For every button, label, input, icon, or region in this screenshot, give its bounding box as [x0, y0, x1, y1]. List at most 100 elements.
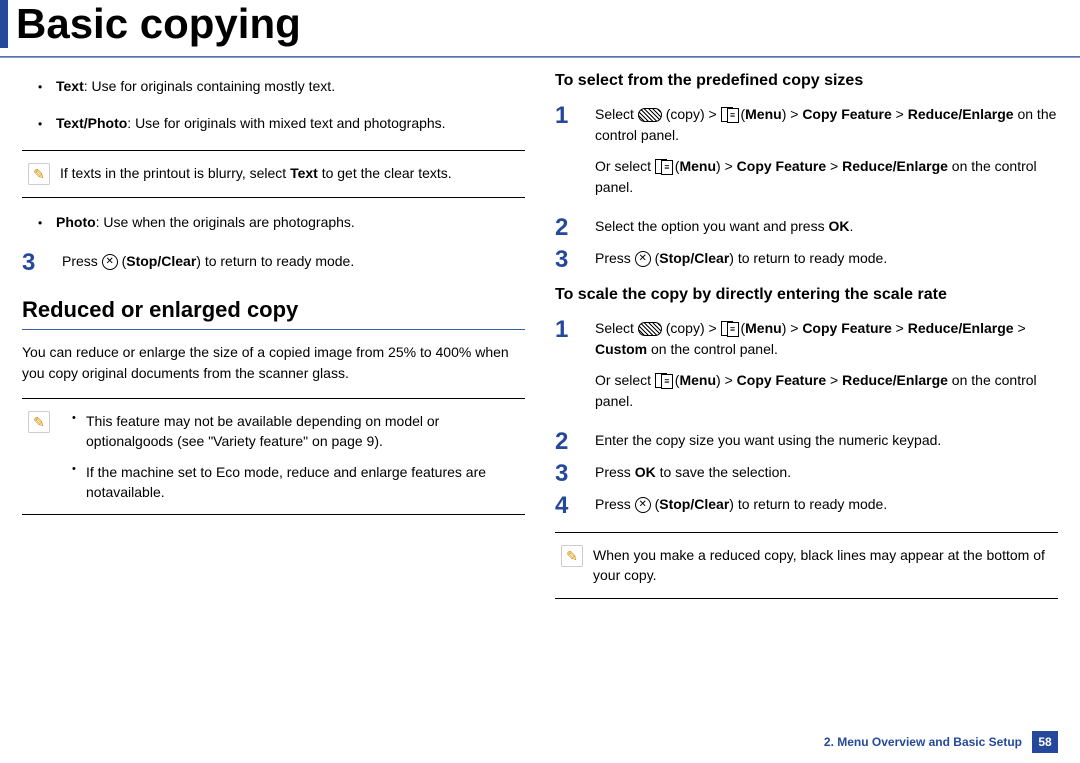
bullet-photo: Photo: Use when the originals are photog… [56, 212, 525, 233]
chapter-name: 2. Menu Overview and Basic Setup [824, 735, 1022, 749]
b: Stop/Clear [659, 496, 729, 512]
step-number: 1 [555, 102, 583, 208]
t: ) > [782, 106, 803, 122]
b: Custom [595, 341, 647, 357]
t: ) > [782, 320, 803, 336]
b: Menu [745, 106, 782, 122]
b: Reduce/Enlarge [908, 106, 1014, 122]
step-b3: 3 Press OK to save the selection. [555, 460, 1058, 486]
b: OK [828, 218, 849, 234]
t: Or select [595, 372, 655, 388]
step-a1: 1 Select (copy) > (Menu) > Copy Feature … [555, 102, 1058, 208]
menu-icon [721, 107, 737, 123]
step-text: ) to return to ready mode. [196, 253, 354, 269]
bullet-bold: Photo [56, 214, 96, 230]
pencil-icon: ✎ [561, 545, 583, 567]
b: Copy Feature [802, 320, 891, 336]
note-body: If texts in the printout is blurry, sele… [60, 163, 452, 185]
t: (copy) > [666, 106, 721, 122]
note-availability: ✎ This feature may not be available depe… [22, 398, 525, 515]
title-accent-bar [0, 0, 8, 48]
step-number: 2 [555, 214, 583, 240]
t: Or select [595, 158, 655, 174]
bullet-text-photo: Text/Photo: Use for originals with mixed… [56, 113, 525, 134]
t: > [892, 320, 908, 336]
t: Press [595, 250, 635, 266]
subheading-scale: To scale the copy by directly entering t… [555, 286, 1058, 304]
t: on the control panel. [647, 341, 778, 357]
t: ) > [716, 372, 737, 388]
b: Copy Feature [737, 158, 826, 174]
stop-clear-icon [635, 251, 651, 267]
step-number: 1 [555, 316, 583, 422]
bullet-bold: Text/Photo [56, 115, 127, 131]
page-title: Basic copying [16, 0, 301, 48]
step-body: Select the option you want and press OK. [595, 214, 1058, 240]
step-body: Select (copy) > (Menu) > Copy Feature > … [595, 316, 1058, 422]
note-blurry-text: ✎ If texts in the printout is blurry, se… [22, 150, 525, 198]
section-rule [22, 329, 525, 330]
pencil-icon: ✎ [28, 411, 50, 433]
t: ) to return to ready mode. [729, 250, 887, 266]
b: OK [635, 464, 656, 480]
step-a3: 3 Press (Stop/Clear) to return to ready … [555, 246, 1058, 272]
bullet-rest: : Use for originals containing mostly te… [84, 78, 335, 94]
left-column: Text: Use for originals containing mostl… [22, 72, 525, 613]
b: Reduce/Enlarge [908, 320, 1014, 336]
bullet-rest: : Use when the originals are photographs… [96, 214, 355, 230]
t: Select the option you want and press [595, 218, 828, 234]
step-body: Select (copy) > (Menu) > Copy Feature > … [595, 102, 1058, 208]
bullet-rest: : Use for originals with mixed text and … [127, 115, 445, 131]
t: > [826, 158, 842, 174]
note-text: to get the clear texts. [318, 165, 452, 181]
step-body: Enter the copy size you want using the n… [595, 428, 1058, 454]
t: Select [595, 320, 638, 336]
bullet-list-2: Photo: Use when the originals are photog… [22, 212, 525, 233]
step-number: 3 [555, 246, 583, 272]
right-column: To select from the predefined copy sizes… [555, 72, 1058, 613]
bullet-text: Text: Use for originals containing mostl… [56, 76, 525, 97]
t: > [892, 106, 908, 122]
b: Copy Feature [802, 106, 891, 122]
bullet-list-1: Text: Use for originals containing mostl… [22, 76, 525, 134]
menu-icon [655, 159, 671, 175]
stop-clear-icon [102, 254, 118, 270]
step-b4: 4 Press (Stop/Clear) to return to ready … [555, 492, 1058, 518]
t: to save the selection. [656, 464, 791, 480]
note-bold: Text [290, 165, 318, 181]
title-header: Basic copying [0, 0, 1080, 52]
b: Copy Feature [737, 372, 826, 388]
note-list: This feature may not be available depend… [60, 411, 515, 502]
step-body: Press (Stop/Clear) to return to ready mo… [595, 492, 1058, 518]
note-item: If the machine set to Eco mode, reduce a… [86, 462, 515, 503]
b: Reduce/Enlarge [842, 372, 948, 388]
step-body: Press (Stop/Clear) to return to ready mo… [595, 246, 1058, 272]
t: Press [595, 496, 635, 512]
step-bold: Stop/Clear [126, 253, 196, 269]
section-heading-reduced: Reduced or enlarged copy [22, 297, 525, 323]
step-body: Press (Stop/Clear) to return to ready mo… [62, 249, 525, 275]
step-body: Press OK to save the selection. [595, 460, 1058, 486]
b: Reduce/Enlarge [842, 158, 948, 174]
b: Stop/Clear [659, 250, 729, 266]
step-b2: 2 Enter the copy size you want using the… [555, 428, 1058, 454]
step-text: Press [62, 253, 102, 269]
t: . [849, 218, 853, 234]
subheading-predefined: To select from the predefined copy sizes [555, 72, 1058, 90]
b: Menu [679, 158, 716, 174]
copy-icon [638, 108, 662, 122]
t: Select [595, 106, 638, 122]
menu-icon [655, 373, 671, 389]
bullet-bold: Text [56, 78, 84, 94]
step-number: 3 [22, 249, 50, 275]
step-3-left: 3 Press (Stop/Clear) to return to ready … [22, 249, 525, 275]
t: ) to return to ready mode. [729, 496, 887, 512]
step-number: 3 [555, 460, 583, 486]
section-body: You can reduce or enlarge the size of a … [22, 342, 525, 384]
t: > [1014, 320, 1026, 336]
menu-icon [721, 321, 737, 337]
step-a2: 2 Select the option you want and press O… [555, 214, 1058, 240]
pencil-icon: ✎ [28, 163, 50, 185]
step-number: 4 [555, 492, 583, 518]
note-black-lines: ✎ When you make a reduced copy, black li… [555, 532, 1058, 599]
